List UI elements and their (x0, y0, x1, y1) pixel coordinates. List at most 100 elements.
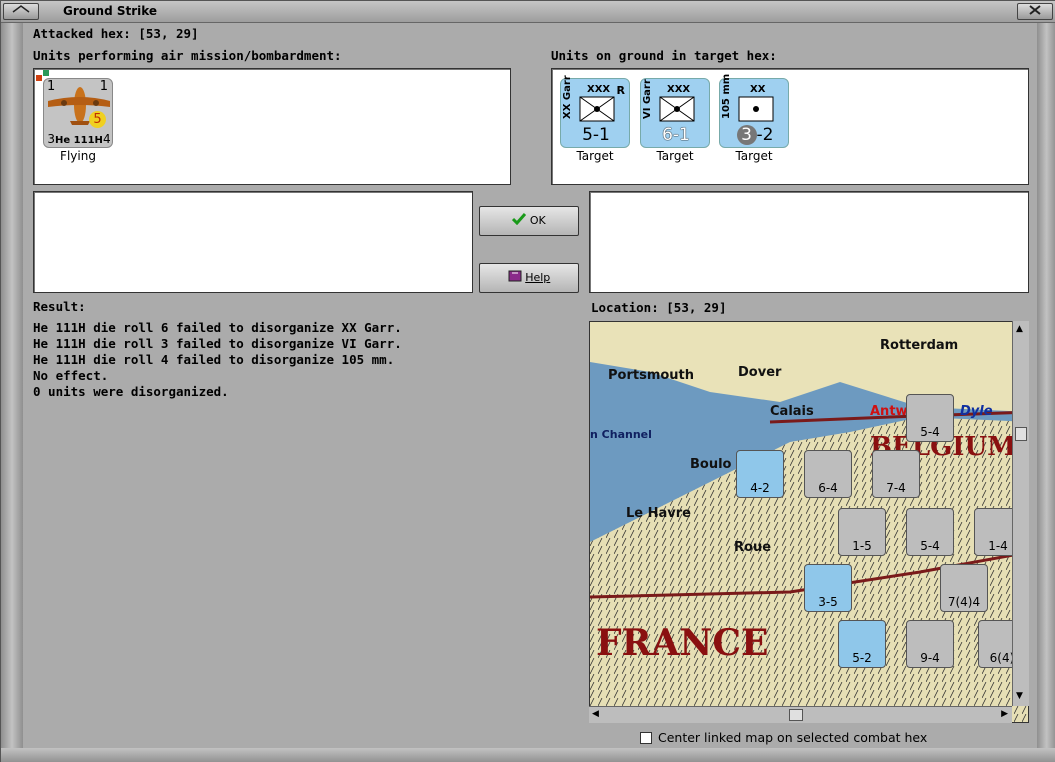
map-place-label: Portsmouth (608, 368, 695, 383)
map-counter[interactable]: 1-5 (838, 508, 886, 556)
map-counter[interactable]: 7-4 (872, 450, 920, 498)
result-line: He 111H die roll 3 failed to disorganize… (33, 336, 402, 351)
air-units-panel: 1 1 5 3He 111H4 Flying (33, 68, 511, 185)
ground-unit-status: Target (656, 149, 694, 163)
air-unit-strength: 3He 111H4 (44, 132, 114, 146)
ground-units-label: Units on ground in target hex: (551, 48, 777, 63)
map-counter[interactable]: 4-2 (736, 450, 784, 498)
map-counter[interactable]: 5-4 (906, 394, 954, 442)
air-unit-top-left: 1 (47, 79, 56, 94)
help-book-icon (508, 270, 522, 282)
dialog-content: Attacked hex: [53, 29] Units performing … (23, 23, 1037, 748)
ground-unit-name: 105 mm (721, 73, 732, 119)
artillery-symbol-icon (738, 96, 774, 122)
map-place-label: Le Havre (626, 506, 691, 521)
map-counter-strength: 3-5 (818, 595, 838, 609)
ground-unit-name: XX Garr (562, 75, 573, 119)
close-button[interactable] (1017, 3, 1053, 20)
center-map-checkbox-label[interactable]: Center linked map on selected combat hex (658, 730, 927, 745)
window-title: Ground Strike (63, 4, 158, 18)
air-details-panel (33, 191, 473, 293)
help-button[interactable]: Help (479, 263, 579, 293)
map-place-label: n Channel (590, 428, 652, 441)
map-counter-strength: 6-4 (818, 481, 838, 495)
map-place-label: FRANCE (596, 622, 769, 664)
scroll-left-icon[interactable]: ◀ (592, 709, 599, 719)
air-unit-attack: 3 (47, 132, 56, 146)
map-place-label: Rotterdam (880, 338, 959, 353)
attacked-hex-value: [53, 29] (138, 26, 199, 41)
map-counter[interactable]: 7(4)4 (940, 564, 988, 612)
location-label: Location: [53, 29] (591, 300, 726, 315)
map-counter[interactable]: 5-2 (838, 620, 886, 668)
close-icon (1029, 5, 1041, 15)
unit-marker-icon (36, 75, 42, 81)
ground-unit-xx-garr[interactable]: XX Garr XXX R 5-1 (560, 75, 630, 148)
result-line: He 111H die roll 6 failed to disorganize… (33, 320, 402, 335)
scroll-down-icon[interactable]: ▼ (1016, 691, 1023, 701)
unit-marker-icon (43, 70, 49, 76)
ground-unit-strength: 3 -2 (720, 125, 790, 145)
air-unit-range: 4 (102, 132, 111, 146)
ground-unit-status: Target (576, 149, 614, 163)
result-text: He 111H die roll 6 failed to disorganize… (33, 320, 402, 400)
map-counter-strength: 7(4)4 (947, 595, 981, 609)
result-line: 0 units were disorganized. (33, 384, 229, 399)
ground-unit-vi-garr[interactable]: VI Garr XXX 6-1 (640, 78, 710, 148)
window-frame-left (1, 23, 23, 748)
ground-unit-status: Target (735, 149, 773, 163)
scroll-up-icon[interactable]: ▲ (1016, 324, 1023, 334)
ground-details-panel (589, 191, 1029, 293)
map-counter[interactable]: 6-4 (804, 450, 852, 498)
ok-button[interactable]: OK (479, 206, 579, 236)
window-frame-right (1037, 23, 1055, 748)
map-counter[interactable]: 5-4 (906, 508, 954, 556)
location-caption: Location: (591, 300, 659, 315)
ground-unit-move: 2 (762, 125, 774, 145)
map-place-label: Dyle (960, 404, 993, 419)
attacked-hex-caption: Attacked hex: (33, 26, 131, 41)
map-counter-strength: 5-4 (920, 539, 940, 553)
title-bar[interactable]: Ground Strike (1, 1, 1055, 23)
ground-unit-105mm[interactable]: 105 mm XX 3 -2 (719, 74, 790, 148)
ground-unit-strength: 6-1 (662, 125, 690, 145)
attacked-hex-label: Attacked hex: [53, 29] (33, 26, 199, 41)
help-button-label: Help (525, 271, 551, 284)
map-counter[interactable]: 9-4 (906, 620, 954, 668)
location-map[interactable]: Rotterdam Portsmouth Dover Calais Antw D… (589, 321, 1029, 723)
map-place-label: Dover (738, 365, 782, 380)
map-place-label: Roue (734, 540, 772, 555)
map-horizontal-scrollbar[interactable]: ◀ ▶ (589, 706, 1012, 723)
result-label: Result: (33, 299, 86, 314)
garrison-symbol-icon (659, 96, 695, 122)
ground-unit-name: VI Garr (642, 79, 653, 119)
ground-unit-flag: R (616, 84, 625, 97)
map-counter-strength: 7-4 (886, 481, 906, 495)
system-menu-button[interactable] (3, 3, 39, 20)
ground-unit-size: XX (750, 84, 766, 95)
map-vertical-scrollbar[interactable]: ▲ ▼ (1012, 321, 1029, 706)
map-counter[interactable]: 3-5 (804, 564, 852, 612)
vertical-scroll-thumb[interactable] (1015, 427, 1027, 441)
scroll-right-icon[interactable]: ▶ (1001, 709, 1008, 719)
ok-button-label: OK (529, 214, 546, 227)
window-frame-bottom (1, 748, 1055, 762)
map-counter-strength: 9-4 (920, 651, 940, 665)
ground-unit-attack: 3 (736, 125, 757, 145)
ground-strike-window: Ground Strike Attacked hex: [53, 29] Uni… (0, 0, 1055, 762)
air-unit-badge: 5 (89, 111, 106, 128)
air-unit-he111h[interactable]: 1 1 5 3He 111H4 (43, 78, 113, 148)
window-menu-icon (12, 5, 30, 13)
map-counter-strength: 1-5 (852, 539, 872, 553)
location-value: [53, 29] (666, 300, 727, 315)
map-counter-strength: 5-4 (920, 425, 940, 439)
result-line: He 111H die roll 4 failed to disorganize… (33, 352, 395, 367)
ground-unit-size: XXX (587, 84, 611, 95)
air-units-label: Units performing air mission/bombardment… (33, 48, 342, 63)
air-unit-top-right: 1 (99, 79, 108, 94)
center-map-checkbox[interactable] (640, 732, 652, 744)
horizontal-scroll-thumb[interactable] (789, 709, 803, 721)
ground-unit-strength: 5-1 (582, 125, 610, 145)
ground-units-panel: XX Garr XXX R 5-1 Target VI Garr XXX 6-1 (551, 68, 1029, 185)
garrison-symbol-icon (579, 96, 615, 122)
